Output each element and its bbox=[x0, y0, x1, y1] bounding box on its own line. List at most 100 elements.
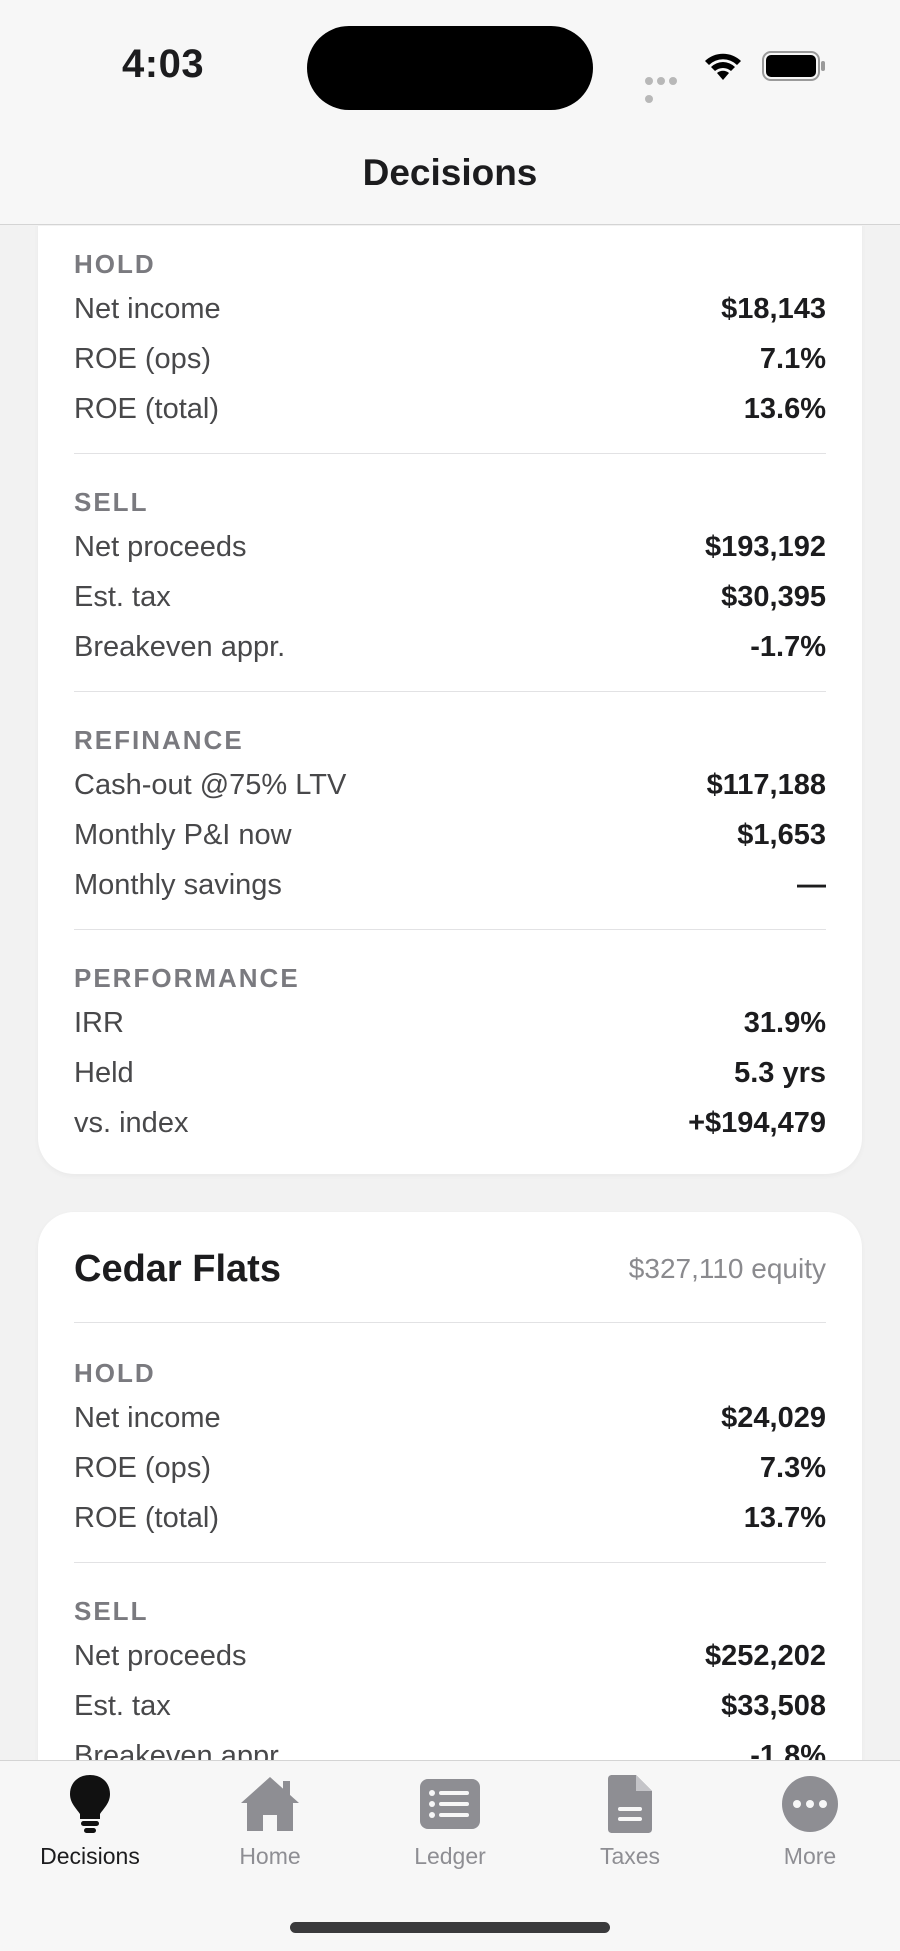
section-title: HOLD bbox=[74, 249, 156, 279]
status-time: 4:03 bbox=[122, 42, 205, 86]
metric-label: Monthly savings bbox=[74, 868, 282, 901]
metric-row: ROE (ops) 7.1% bbox=[74, 334, 826, 384]
metric-label: ROE (total) bbox=[74, 392, 220, 425]
metric-label: Net income bbox=[74, 1401, 221, 1434]
metric-value: $193,192 bbox=[705, 530, 826, 563]
sell-section: SELL Net proceeds $252,202 Est. tax $33,50… bbox=[74, 1591, 826, 1760]
metric-row: Breakeven appr. -1.7% bbox=[74, 622, 826, 672]
section-title: SELL bbox=[74, 487, 149, 517]
metric-label: ROE (ops) bbox=[74, 342, 211, 375]
metric-label: Net income bbox=[74, 292, 221, 325]
dynamic-island bbox=[307, 26, 593, 110]
metric-value: -1.7% bbox=[750, 630, 826, 663]
wifi-icon bbox=[705, 53, 741, 80]
tab-label: Taxes bbox=[599, 1843, 661, 1869]
metric-value: $30,395 bbox=[721, 580, 826, 613]
metric-value: 7.1% bbox=[759, 342, 826, 375]
metric-row: Est. tax $30,395 bbox=[74, 572, 826, 622]
tab-label: Home bbox=[239, 1843, 301, 1869]
tab-label: Decisions bbox=[40, 1843, 140, 1869]
metric-label: Monthly P&I now bbox=[74, 818, 292, 851]
metric-label: vs. index bbox=[74, 1106, 189, 1139]
metric-value: 7.3% bbox=[759, 1451, 826, 1484]
metric-row: Monthly savings — bbox=[74, 860, 826, 910]
metric-row: ROE (total) 13.7% bbox=[74, 1493, 826, 1543]
metric-value: $252,202 bbox=[705, 1639, 826, 1672]
metric-value: $18,143 bbox=[721, 292, 826, 325]
metric-row: Held 5.3 yrs bbox=[74, 1048, 826, 1098]
metric-value: $117,188 bbox=[706, 768, 826, 801]
section-divider bbox=[74, 691, 826, 692]
card-header: Cedar Flats $327,110 equity bbox=[74, 1238, 826, 1300]
performance-section: PERFORMANCE IRR 31.9% Held 5.3 yrs vs. ind… bbox=[74, 958, 826, 1148]
metric-row: Cash-out @75% LTV $117,188 bbox=[74, 760, 826, 810]
metric-label: IRR bbox=[74, 1006, 124, 1039]
tab-label: More bbox=[783, 1843, 837, 1869]
cellular-signal-icon bbox=[645, 72, 691, 103]
navigation-bar: Decisions bbox=[0, 130, 900, 225]
tab-home[interactable]: Home bbox=[180, 1773, 360, 1893]
property-card: HOLD Net income $18,143 ROE (ops) 7.1% ROE… bbox=[38, 226, 862, 1174]
metric-label: ROE (total) bbox=[74, 1501, 220, 1534]
tab-decisions[interactable]: Decisions bbox=[0, 1773, 180, 1893]
metric-label: Cash-out @75% LTV bbox=[74, 768, 347, 801]
section-divider bbox=[74, 1562, 826, 1563]
hold-section: HOLD Net income $24,029 ROE (ops) 7.3% ROE… bbox=[74, 1353, 826, 1543]
property-name: Cedar Flats bbox=[74, 1247, 281, 1290]
metric-row: IRR 31.9% bbox=[74, 998, 826, 1048]
battery-icon bbox=[762, 51, 825, 81]
tab-label: Ledger bbox=[414, 1843, 486, 1869]
metric-label: ROE (ops) bbox=[74, 1451, 211, 1484]
section-divider bbox=[74, 929, 826, 930]
section-title: HOLD bbox=[74, 1358, 156, 1388]
metric-row: ROE (total) 13.6% bbox=[74, 384, 826, 434]
lightbulb-icon bbox=[70, 1775, 110, 1833]
metric-row: Est. tax $33,508 bbox=[74, 1681, 826, 1731]
metric-row: Breakeven appr. -1.8% bbox=[74, 1731, 826, 1761]
section-title: REFINANCE bbox=[74, 725, 244, 755]
metric-label: Net proceeds bbox=[74, 530, 247, 563]
metric-label: Held bbox=[74, 1056, 134, 1089]
section-divider bbox=[74, 453, 826, 454]
metric-row: Monthly P&I now $1,653 bbox=[74, 810, 826, 860]
metric-label: Est. tax bbox=[74, 580, 171, 613]
metric-row: vs. index +$194,479 bbox=[74, 1098, 826, 1148]
metric-row: Net proceeds $193,192 bbox=[74, 522, 826, 572]
metric-label: Breakeven appr. bbox=[74, 1739, 286, 1761]
sell-section: SELL Net proceeds $193,192 Est. tax $30,39… bbox=[74, 482, 826, 672]
metric-value: — bbox=[797, 868, 826, 901]
tab-taxes[interactable]: Taxes bbox=[540, 1773, 720, 1893]
section-title: PERFORMANCE bbox=[74, 963, 300, 993]
metric-value: 13.7% bbox=[743, 1501, 826, 1534]
metric-row: Net income $18,143 bbox=[74, 284, 826, 334]
decisions-scroll-view[interactable]: HOLD Net income $18,143 ROE (ops) 7.1% ROE… bbox=[0, 226, 900, 1760]
metric-label: Net proceeds bbox=[74, 1639, 247, 1672]
house-icon bbox=[241, 1777, 299, 1831]
section-title: SELL bbox=[74, 1596, 149, 1626]
property-card-cedar-flats: Cedar Flats $327,110 equity HOLD Net inc… bbox=[38, 1212, 862, 1760]
property-equity: $327,110 equity bbox=[628, 1253, 826, 1284]
metric-value: 13.6% bbox=[743, 392, 826, 425]
metric-label: Breakeven appr. bbox=[74, 630, 286, 663]
metric-value: 5.3 yrs bbox=[734, 1056, 826, 1089]
metric-value: -1.8% bbox=[750, 1739, 826, 1761]
page-title: Decisions bbox=[362, 152, 538, 193]
header-divider bbox=[74, 1322, 826, 1323]
metric-value: +$194,479 bbox=[688, 1106, 826, 1139]
metric-row: ROE (ops) 7.3% bbox=[74, 1443, 826, 1493]
metric-value: $33,508 bbox=[721, 1689, 826, 1722]
metric-value: 31.9% bbox=[743, 1006, 826, 1039]
metric-value: $1,653 bbox=[737, 818, 826, 851]
home-indicator bbox=[290, 1922, 610, 1933]
list-icon bbox=[420, 1779, 480, 1829]
tab-more[interactable]: More bbox=[720, 1773, 900, 1893]
document-icon bbox=[608, 1775, 652, 1833]
metric-value: $24,029 bbox=[721, 1401, 826, 1434]
metric-row: Net proceeds $252,202 bbox=[74, 1631, 826, 1681]
tab-ledger[interactable]: Ledger bbox=[360, 1773, 540, 1893]
metric-label: Est. tax bbox=[74, 1689, 171, 1722]
metric-row: Net income $24,029 bbox=[74, 1393, 826, 1443]
hold-section: HOLD Net income $18,143 ROE (ops) 7.1% ROE… bbox=[74, 244, 826, 434]
ellipsis-circle-icon bbox=[782, 1776, 838, 1832]
status-bar: 4:03 bbox=[0, 0, 900, 130]
